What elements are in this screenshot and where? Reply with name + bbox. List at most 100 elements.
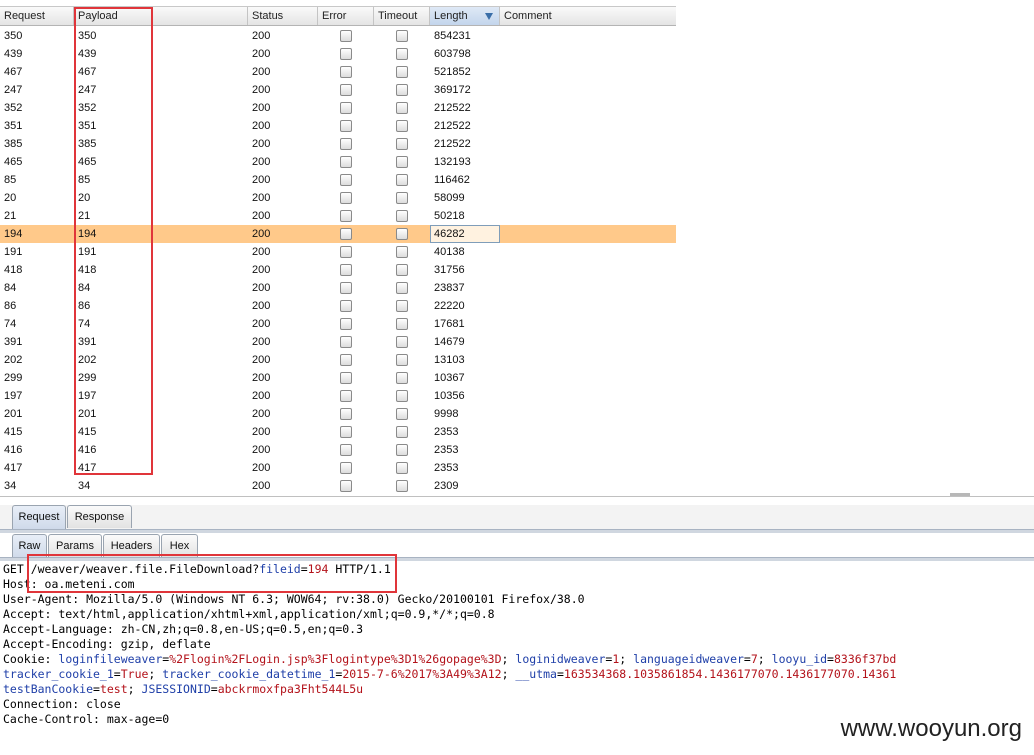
column-header-payload[interactable]: Payload <box>74 7 248 25</box>
timeout-checkbox[interactable] <box>396 462 408 474</box>
timeout-checkbox[interactable] <box>396 480 408 492</box>
table-row[interactable]: 391 391 200 14679 <box>0 333 676 351</box>
payload-cell: 439 <box>78 48 97 60</box>
error-checkbox[interactable] <box>340 192 352 204</box>
column-header-length[interactable]: Length <box>430 7 500 25</box>
error-checkbox[interactable] <box>340 372 352 384</box>
timeout-checkbox[interactable] <box>396 300 408 312</box>
timeout-checkbox[interactable] <box>396 246 408 258</box>
error-checkbox[interactable] <box>340 318 352 330</box>
error-checkbox[interactable] <box>340 102 352 114</box>
param-value: 2015-7-6%2017%3A49%3A12 <box>342 667 502 681</box>
timeout-checkbox[interactable] <box>396 174 408 186</box>
error-checkbox[interactable] <box>340 48 352 60</box>
status-cell: 200 <box>252 156 271 168</box>
error-checkbox[interactable] <box>340 444 352 456</box>
timeout-checkbox[interactable] <box>396 336 408 348</box>
timeout-checkbox[interactable] <box>396 120 408 132</box>
table-row[interactable]: 86 86 200 22220 <box>0 297 676 315</box>
table-row[interactable]: 417 417 200 2353 <box>0 459 676 477</box>
error-checkbox[interactable] <box>340 354 352 366</box>
comment-cell <box>500 297 676 315</box>
error-checkbox[interactable] <box>340 156 352 168</box>
timeout-checkbox[interactable] <box>396 426 408 438</box>
timeout-checkbox[interactable] <box>396 30 408 42</box>
timeout-checkbox[interactable] <box>396 156 408 168</box>
timeout-checkbox[interactable] <box>396 372 408 384</box>
table-row[interactable]: 439 439 200 603798 <box>0 45 676 63</box>
error-checkbox[interactable] <box>340 246 352 258</box>
error-checkbox[interactable] <box>340 66 352 78</box>
tab-hex[interactable]: Hex <box>161 534 198 557</box>
table-row[interactable]: 385 385 200 212522 <box>0 135 676 153</box>
param-name: JSESSIONID <box>141 682 211 696</box>
timeout-checkbox[interactable] <box>396 48 408 60</box>
column-header-comment[interactable]: Comment <box>500 7 676 25</box>
timeout-checkbox[interactable] <box>396 390 408 402</box>
timeout-checkbox[interactable] <box>396 318 408 330</box>
timeout-checkbox[interactable] <box>396 210 408 222</box>
raw-request-editor[interactable]: GET /weaver/weaver.file.FileDownload?fil… <box>3 562 1034 727</box>
error-checkbox[interactable] <box>340 462 352 474</box>
tab-headers[interactable]: Headers <box>103 534 160 557</box>
table-row[interactable]: 21 21 200 50218 <box>0 207 676 225</box>
table-row[interactable]: 352 352 200 212522 <box>0 99 676 117</box>
error-checkbox[interactable] <box>340 282 352 294</box>
column-header-error[interactable]: Error <box>318 7 374 25</box>
column-header-timeout[interactable]: Timeout <box>374 7 430 25</box>
timeout-checkbox[interactable] <box>396 228 408 240</box>
table-row[interactable]: 84 84 200 23837 <box>0 279 676 297</box>
timeout-checkbox[interactable] <box>396 138 408 150</box>
timeout-checkbox[interactable] <box>396 354 408 366</box>
tab-params[interactable]: Params <box>48 534 102 557</box>
table-row[interactable]: 85 85 200 116462 <box>0 171 676 189</box>
tab-raw[interactable]: Raw <box>12 534 47 558</box>
timeout-checkbox[interactable] <box>396 444 408 456</box>
timeout-checkbox[interactable] <box>396 84 408 96</box>
table-row[interactable]: 351 351 200 212522 <box>0 117 676 135</box>
error-checkbox[interactable] <box>340 264 352 276</box>
error-checkbox[interactable] <box>340 480 352 492</box>
status-cell: 200 <box>252 336 271 348</box>
length-cell: 212522 <box>434 102 471 114</box>
timeout-checkbox[interactable] <box>396 408 408 420</box>
timeout-checkbox[interactable] <box>396 102 408 114</box>
tab-response[interactable]: Response <box>67 505 132 528</box>
error-checkbox[interactable] <box>340 336 352 348</box>
error-checkbox[interactable] <box>340 408 352 420</box>
table-row[interactable]: 201 201 200 9998 <box>0 405 676 423</box>
table-row[interactable]: 202 202 200 13103 <box>0 351 676 369</box>
table-row[interactable]: 191 191 200 40138 <box>0 243 676 261</box>
table-row[interactable]: 34 34 200 2309 <box>0 477 676 495</box>
column-header-request[interactable]: Request <box>0 7 74 25</box>
column-header-status[interactable]: Status <box>248 7 318 25</box>
error-checkbox[interactable] <box>340 228 352 240</box>
table-row[interactable]: 467 467 200 521852 <box>0 63 676 81</box>
error-checkbox[interactable] <box>340 174 352 186</box>
timeout-checkbox[interactable] <box>396 66 408 78</box>
error-checkbox[interactable] <box>340 30 352 42</box>
table-row[interactable]: 20 20 200 58099 <box>0 189 676 207</box>
error-checkbox[interactable] <box>340 120 352 132</box>
table-row[interactable]: 299 299 200 10367 <box>0 369 676 387</box>
timeout-checkbox[interactable] <box>396 264 408 276</box>
table-row[interactable]: 247 247 200 369172 <box>0 81 676 99</box>
table-row[interactable]: 74 74 200 17681 <box>0 315 676 333</box>
timeout-checkbox[interactable] <box>396 192 408 204</box>
error-checkbox[interactable] <box>340 138 352 150</box>
error-checkbox[interactable] <box>340 390 352 402</box>
tab-request[interactable]: Request <box>12 505 66 529</box>
table-row[interactable]: 465 465 200 132193 <box>0 153 676 171</box>
error-checkbox[interactable] <box>340 84 352 96</box>
error-checkbox[interactable] <box>340 210 352 222</box>
table-row[interactable]: 415 415 200 2353 <box>0 423 676 441</box>
table-row[interactable]: 416 416 200 2353 <box>0 441 676 459</box>
timeout-checkbox[interactable] <box>396 282 408 294</box>
table-row[interactable]: 418 418 200 31756 <box>0 261 676 279</box>
table-row[interactable]: 350 350 200 854231 <box>0 27 676 45</box>
error-checkbox[interactable] <box>340 426 352 438</box>
error-checkbox[interactable] <box>340 300 352 312</box>
table-row[interactable]: 194 194 200 46282 <box>0 225 676 243</box>
error-cell <box>318 387 374 405</box>
table-row[interactable]: 197 197 200 10356 <box>0 387 676 405</box>
